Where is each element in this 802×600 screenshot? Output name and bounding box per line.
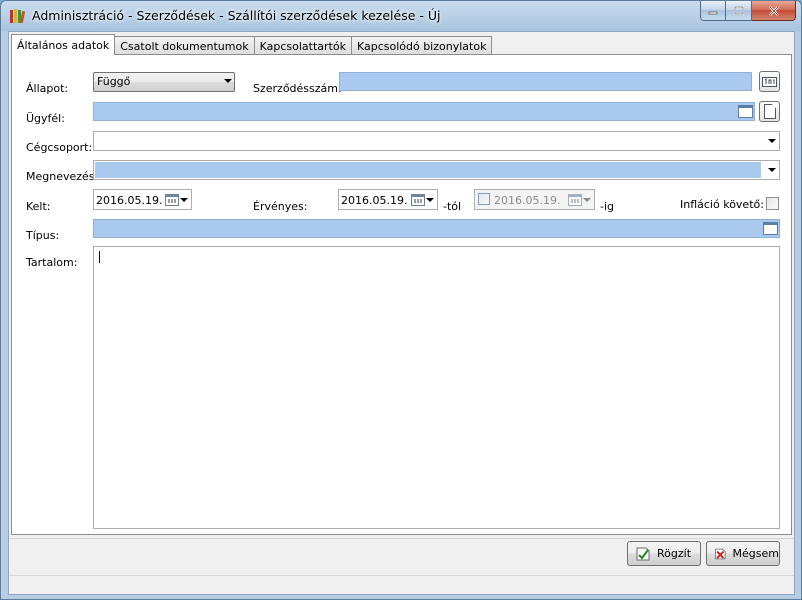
- close-button[interactable]: [752, 1, 796, 21]
- customer-input[interactable]: [93, 102, 755, 121]
- window-client-area: Általános adatok Csatolt dokumentumok Ka…: [8, 31, 795, 595]
- name-label: Megnevezés:: [26, 170, 99, 183]
- save-button[interactable]: Rögzít: [627, 541, 701, 566]
- window-title: Adminisztráció - Szerződések - Szállítói…: [32, 8, 441, 23]
- company-group-select[interactable]: [93, 131, 780, 151]
- chevron-down-icon: [426, 198, 434, 202]
- lookup-icon[interactable]: [763, 222, 778, 235]
- issue-date-picker[interactable]: 2016.05.19.: [93, 189, 192, 210]
- valid-to-enable-checkbox[interactable]: [478, 193, 490, 205]
- application-window: Adminisztráció - Szerződések - Szállítói…: [0, 0, 802, 600]
- tab-strip: Általános adatok Csatolt dokumentumok Ka…: [11, 34, 493, 55]
- issue-date-label: Kelt:: [26, 200, 51, 213]
- type-label: Típus:: [26, 229, 60, 242]
- chevron-down-icon: [224, 79, 232, 83]
- window-controls: [700, 1, 796, 21]
- cancel-button-label: Mégsem: [732, 547, 779, 560]
- chevron-down-icon: [583, 198, 591, 202]
- lookup-icon[interactable]: [738, 105, 753, 118]
- name-combo[interactable]: [93, 160, 780, 180]
- status-select[interactable]: Függő: [93, 72, 236, 92]
- contract-number-input[interactable]: [339, 72, 752, 91]
- calendar-icon: [568, 194, 582, 206]
- tab-related-documents[interactable]: Kapcsolódó bizonylatok: [350, 36, 493, 55]
- tab-contacts[interactable]: Kapcsolattartók: [253, 36, 352, 55]
- valid-to-picker[interactable]: 2016.05.19.: [474, 189, 595, 210]
- calendar-icon: [165, 194, 179, 206]
- save-button-label: Rögzít: [657, 547, 692, 560]
- contract-number-label: Szerződésszám:: [253, 82, 342, 95]
- content-textarea[interactable]: [93, 246, 780, 529]
- maximize-button[interactable]: [726, 1, 752, 21]
- books-app-icon: [10, 9, 25, 24]
- document-icon: [764, 104, 776, 119]
- tab-general[interactable]: Általános adatok: [11, 34, 116, 55]
- inflation-label: Infláció követő:: [680, 198, 764, 211]
- maximize-icon: [733, 6, 744, 15]
- save-check-icon: [636, 547, 650, 560]
- status-bar: [9, 575, 794, 594]
- status-value: Függő: [97, 75, 131, 88]
- status-label: Állapot:: [26, 82, 69, 95]
- company-group-label: Cégcsoport:: [26, 141, 93, 154]
- calendar-icon: [411, 194, 425, 206]
- close-icon: [768, 5, 779, 16]
- generate-number-button[interactable]: [759, 71, 780, 92]
- valid-from-suffix: -tól: [443, 200, 462, 213]
- validity-label: Érvényes:: [253, 200, 308, 213]
- cancel-x-icon: [715, 548, 726, 559]
- text-caret: [99, 251, 100, 263]
- chevron-down-icon: [768, 139, 776, 143]
- minimize-button[interactable]: [700, 1, 726, 21]
- content-label: Tartalom:: [26, 256, 78, 269]
- general-tab-panel: Állapot: Függő Szerződésszám: Ügyfél: Cé…: [11, 54, 792, 535]
- customer-label: Ügyfél:: [26, 112, 65, 125]
- inflation-checkbox[interactable]: [766, 197, 779, 210]
- type-input[interactable]: [93, 219, 780, 238]
- numbering-icon: [762, 77, 777, 87]
- cancel-button[interactable]: Mégsem: [706, 541, 780, 566]
- title-bar[interactable]: Adminisztráció - Szerződések - Szállítói…: [1, 1, 801, 31]
- minimize-icon: [708, 11, 718, 14]
- chevron-down-icon: [180, 198, 188, 202]
- valid-from-picker[interactable]: 2016.05.19.: [338, 189, 438, 210]
- valid-to-suffix: -ig: [600, 200, 615, 213]
- tab-attached-documents[interactable]: Csatolt dokumentumok: [114, 36, 255, 55]
- new-customer-button[interactable]: [759, 101, 780, 122]
- chevron-down-icon: [768, 168, 776, 172]
